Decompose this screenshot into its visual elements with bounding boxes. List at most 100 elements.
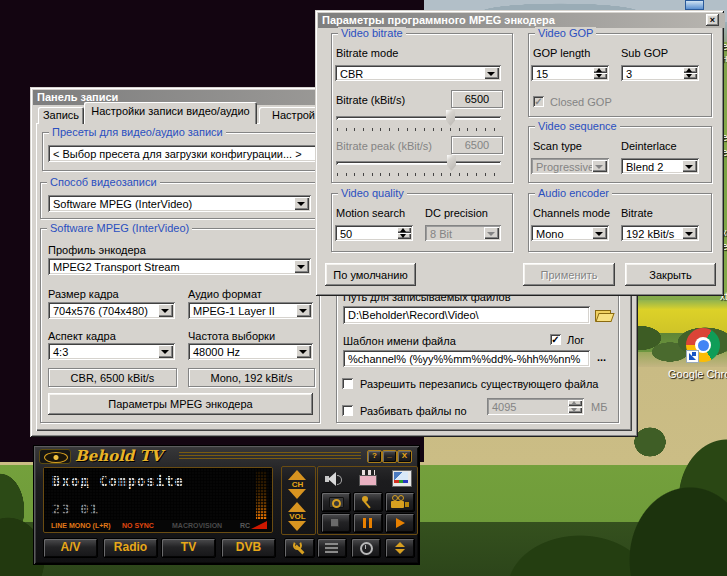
- apply-button[interactable]: Применить: [523, 263, 615, 286]
- channel-up-button[interactable]: [288, 470, 306, 480]
- split-checkbox[interactable]: [342, 405, 353, 416]
- tab-zapis[interactable]: Запись: [38, 107, 84, 124]
- audio-format-combobox[interactable]: MPEG-1 Layer II: [188, 302, 313, 319]
- bitrate-slider-track[interactable]: [336, 116, 501, 120]
- split-label: Разбивать файлы по: [360, 405, 467, 418]
- clock-button[interactable]: [351, 538, 381, 558]
- path-field[interactable]: D:\Beholder\Record\Video\: [343, 306, 590, 324]
- snapshot-button[interactable]: [321, 492, 351, 512]
- sample-rate-combobox[interactable]: 48000 Hz: [188, 343, 313, 360]
- dropdown-arrow-icon[interactable]: [682, 160, 697, 172]
- gop-length-spinner[interactable]: 15: [531, 65, 609, 81]
- spin-down-icon[interactable]: [683, 73, 697, 79]
- speaker-icon[interactable]: [324, 472, 342, 486]
- template-field[interactable]: %channel% (%yy%%mm%%dd%-%hh%%nn%: [343, 350, 590, 367]
- aspect-combobox[interactable]: 4:3: [48, 343, 175, 360]
- chrome-icon-blue: [698, 340, 709, 351]
- volume-up-button[interactable]: [288, 502, 306, 512]
- status-macrovision: MACROVISION: [172, 522, 222, 529]
- dropdown-arrow-icon[interactable]: [158, 304, 173, 317]
- deinterlace-label: Deinterlace: [621, 140, 677, 153]
- behold-led-display: Вход Composite 23 01 LINE MONO (L+R) NO …: [43, 467, 273, 533]
- browse-template-button[interactable]: ...: [597, 351, 606, 364]
- software-mpeg-group-title: Software MPEG (InterVideo): [47, 222, 192, 235]
- dropdown-arrow-icon[interactable]: [682, 227, 697, 239]
- bitrate-mode-combobox[interactable]: CBR: [335, 65, 501, 81]
- closed-gop-label: Closed GOP: [550, 96, 612, 109]
- status-line-mode: LINE MONO (L+R): [51, 522, 111, 529]
- dropdown-arrow-icon[interactable]: [592, 227, 607, 239]
- rc-signal-wedge: [251, 521, 267, 529]
- bitrate-label: Bitrate (kBit/s): [336, 94, 405, 107]
- desktop-icon-partial[interactable]: [685, 0, 704, 10]
- aspect-value: 4:3: [53, 346, 68, 358]
- sub-gop-spinner[interactable]: 3: [621, 65, 699, 81]
- default-button[interactable]: По умолчанию: [325, 263, 416, 286]
- video-method-value: Software MPEG (InterVideo): [53, 198, 192, 210]
- behold-minimize-button[interactable]: _: [382, 450, 397, 463]
- stop-button[interactable]: [321, 513, 351, 533]
- dropdown-arrow-icon[interactable]: [158, 345, 173, 358]
- behold-close-button[interactable]: X: [397, 450, 412, 463]
- dropdown-arrow-icon[interactable]: [294, 260, 309, 273]
- frame-size-value: 704x576 (704x480): [53, 305, 148, 317]
- av-button[interactable]: A/V: [43, 538, 98, 558]
- spin-down-icon[interactable]: [593, 73, 607, 79]
- tv-picture-icon[interactable]: [392, 470, 412, 487]
- behold-logo-eye-icon: [39, 449, 71, 464]
- split-size-spinner[interactable]: 4095: [487, 398, 584, 415]
- scheduler-film-button[interactable]: [317, 538, 347, 558]
- bitrate-value-box: 6500: [451, 90, 503, 108]
- updown-button[interactable]: [385, 538, 415, 558]
- dvb-button[interactable]: DVB: [221, 538, 276, 558]
- spin-up-icon[interactable]: [568, 400, 582, 406]
- audio-record-button[interactable]: [353, 492, 383, 512]
- mpeg-dialog-titlebar[interactable]: Параметры программного MPEG энкодера: [318, 13, 725, 28]
- settings-wrench-button[interactable]: [284, 538, 315, 558]
- tv-button[interactable]: TV: [161, 538, 216, 558]
- profile-combobox[interactable]: MPEG2 Transport Stream: [48, 258, 311, 275]
- camcorder-lens: [405, 502, 409, 507]
- mpeg-encoder-dialog: Параметры программного MPEG энкодера × V…: [315, 10, 724, 296]
- volume-down-button[interactable]: [288, 521, 306, 531]
- play-button[interactable]: [385, 513, 415, 533]
- dropdown-arrow-icon[interactable]: [294, 197, 309, 210]
- status-no-sync: NO SYNC: [122, 522, 154, 529]
- mpeg-dialog-close-button[interactable]: ×: [706, 14, 719, 26]
- sample-rate-label: Частота выборки: [188, 330, 275, 343]
- bitrate-mode-value: CBR: [340, 68, 363, 80]
- frame-size-combobox[interactable]: 704x576 (704x480): [48, 302, 175, 319]
- behold-titlebar[interactable]: Behold TV ? _ X: [37, 448, 416, 464]
- tab-nastroiki-zapisi[interactable]: Настройки записи видео/аудио: [84, 102, 257, 124]
- deinterlace-combobox[interactable]: Blend 2: [621, 158, 699, 174]
- dropdown-arrow-icon[interactable]: [296, 304, 311, 317]
- channel-down-button[interactable]: [288, 489, 306, 499]
- pause-button[interactable]: [353, 513, 383, 533]
- clapperboard-icon[interactable]: [359, 470, 377, 486]
- gop-length-value: 15: [536, 68, 548, 80]
- mpeg-params-button[interactable]: Параметры MPEG энкодера: [48, 393, 313, 415]
- audio-bitrate-combobox[interactable]: 192 kBit/s: [621, 225, 699, 241]
- chrome-icon-label: Google Chro: [668, 368, 727, 380]
- overwrite-checkbox[interactable]: [342, 378, 353, 389]
- browse-folder-icon[interactable]: [595, 308, 611, 322]
- closed-gop-checkbox: ✓: [533, 96, 544, 107]
- behold-help-button[interactable]: ?: [367, 450, 382, 463]
- video-method-combobox[interactable]: Software MPEG (InterVideo): [48, 195, 311, 212]
- spin-down-icon[interactable]: [568, 407, 582, 413]
- channel-volume-panel: CH VOL: [281, 466, 316, 535]
- peak-slider-track: [336, 161, 501, 165]
- video-record-button[interactable]: [385, 492, 415, 512]
- split-size-value: 4095: [492, 401, 516, 413]
- video-bitrate-group-title: Video bitrate: [338, 27, 406, 40]
- channels-mode-combobox[interactable]: Mono: [531, 225, 609, 241]
- dropdown-arrow-icon[interactable]: [296, 345, 311, 358]
- log-checkbox[interactable]: ✓: [550, 334, 561, 345]
- motion-search-spinner[interactable]: 50: [335, 225, 413, 241]
- spin-down-icon[interactable]: [397, 233, 411, 239]
- eye-shape: [44, 452, 68, 463]
- close-button[interactable]: Закрыть: [625, 263, 716, 286]
- audio-format-value: MPEG-1 Layer II: [193, 305, 275, 317]
- radio-button[interactable]: Radio: [103, 538, 158, 558]
- dropdown-arrow-icon[interactable]: [484, 67, 499, 79]
